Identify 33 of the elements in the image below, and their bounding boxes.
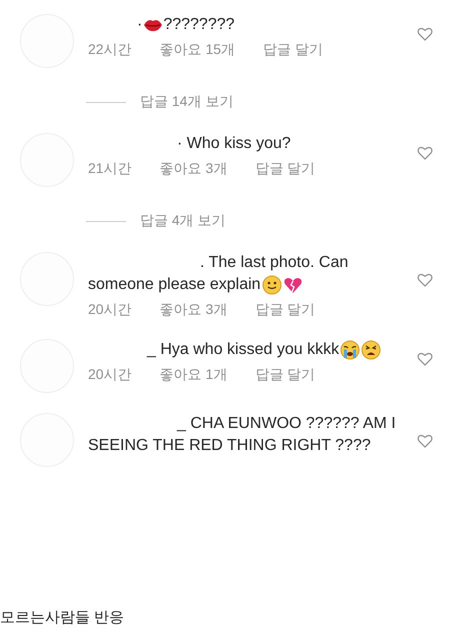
reply-button[interactable]: 답글 달기 bbox=[255, 366, 316, 384]
broken-heart-icon bbox=[282, 275, 303, 295]
heart-icon[interactable] bbox=[417, 272, 433, 288]
comment-text: SEEING THE RED THING RIGHT ???? bbox=[88, 436, 371, 456]
heart-icon[interactable] bbox=[417, 433, 433, 449]
weary-face-icon bbox=[361, 340, 382, 360]
comment-text: ???????? bbox=[163, 15, 235, 35]
timestamp: 21시간 bbox=[88, 160, 132, 178]
comment-text: · Who kiss you? bbox=[177, 134, 291, 154]
timestamp: 20시간 bbox=[88, 366, 132, 384]
timestamp: 22시간 bbox=[88, 41, 132, 59]
comment-text: . The last photo. Can bbox=[200, 253, 348, 273]
lips-icon bbox=[143, 17, 164, 33]
comment-text: someone please explain bbox=[88, 275, 261, 295]
view-replies-link[interactable]: 답글 4개 보기 bbox=[140, 212, 226, 230]
likes-link[interactable]: 좋아요 3개 bbox=[160, 301, 228, 319]
likes-link[interactable]: 좋아요 15개 bbox=[160, 41, 236, 59]
comment-text: · bbox=[137, 15, 142, 35]
caption-text: 모르는사람들 반응 bbox=[0, 609, 124, 626]
view-replies-link[interactable]: 답글 14개 보기 bbox=[140, 93, 234, 111]
reply-button[interactable]: 답글 달기 bbox=[263, 41, 323, 59]
timestamp: 20시간 bbox=[88, 301, 132, 319]
smiley-icon bbox=[262, 275, 282, 295]
comment-text: _ Hya who kissed you kkkk bbox=[147, 340, 340, 360]
heart-icon[interactable] bbox=[417, 351, 433, 367]
crying-face-icon bbox=[340, 340, 360, 360]
reply-button[interactable]: 답글 달기 bbox=[255, 301, 316, 319]
comment-text: _ CHA EUNWOO ?????? AM I bbox=[177, 414, 396, 434]
heart-icon[interactable] bbox=[417, 145, 433, 161]
likes-link[interactable]: 좋아요 3개 bbox=[160, 160, 228, 178]
likes-link[interactable]: 좋아요 1개 bbox=[160, 366, 228, 384]
heart-icon[interactable] bbox=[417, 26, 433, 42]
reply-button[interactable]: 답글 달기 bbox=[255, 160, 316, 178]
